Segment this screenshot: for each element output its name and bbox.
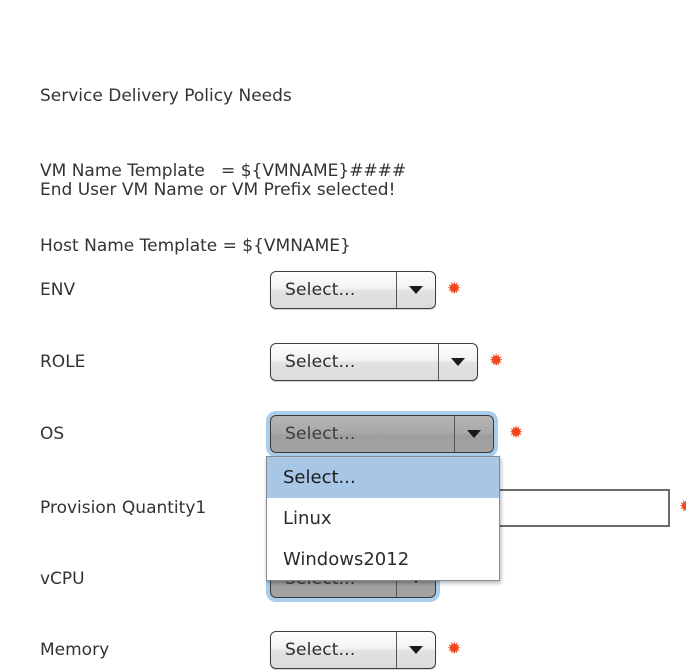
form-page: Service Delivery Policy Needs VM Name Te… (0, 0, 686, 670)
form-row-memory: Memory Select... ✹ (0, 630, 686, 670)
chevron-down-icon (396, 272, 435, 308)
menu-item-windows2012[interactable]: Windows2012 (267, 539, 499, 580)
required-asterisk-role: ✹ (489, 351, 504, 371)
dropdown-env-value: Select... (285, 280, 356, 300)
menu-item-select[interactable]: Select... (267, 457, 499, 498)
required-asterisk-env: ✹ (447, 279, 462, 299)
form-row-role: ROLE Select... ✹ (0, 342, 686, 382)
dropdown-memory-value: Select... (285, 640, 356, 660)
dropdown-role-value: Select... (285, 352, 356, 372)
required-asterisk-os: ✹ (509, 423, 524, 443)
label-env: ENV (40, 280, 76, 300)
selection-notice: End User VM Name or VM Prefix selected! (40, 180, 396, 200)
dropdown-menu-os[interactable]: Select... Linux Windows2012 (266, 456, 500, 581)
chevron-down-icon (454, 416, 493, 452)
menu-item-label: Select... (283, 467, 356, 488)
policy-info-block: Service Delivery Policy Needs VM Name Te… (40, 34, 406, 309)
required-asterisk-provision-quantity1: ✹ (679, 499, 686, 516)
chevron-down-icon (396, 632, 435, 668)
label-memory: Memory (40, 640, 110, 660)
form-row-env: ENV Select... ✹ (0, 270, 686, 310)
form-row-os: OS Select... ✹ (0, 414, 686, 454)
chevron-down-icon (438, 344, 477, 380)
host-name-template-line: Host Name Template = ${VMNAME} (40, 236, 351, 256)
label-os: OS (40, 424, 65, 444)
required-asterisk-memory: ✹ (447, 639, 462, 659)
menu-item-label: Linux (283, 508, 332, 529)
label-role: ROLE (40, 352, 86, 372)
dropdown-env[interactable]: Select... (270, 271, 436, 309)
label-vcpu: vCPU (40, 569, 85, 589)
dropdown-os[interactable]: Select... (270, 415, 494, 453)
dropdown-role[interactable]: Select... (270, 343, 478, 381)
page-title: Service Delivery Policy Needs (40, 86, 292, 106)
menu-item-linux[interactable]: Linux (267, 498, 499, 539)
menu-item-label: Windows2012 (283, 549, 410, 570)
dropdown-memory[interactable]: Select... (270, 631, 436, 669)
dropdown-os-value: Select... (285, 424, 356, 444)
label-provision-quantity1: Provision Quantity1 (40, 498, 207, 518)
